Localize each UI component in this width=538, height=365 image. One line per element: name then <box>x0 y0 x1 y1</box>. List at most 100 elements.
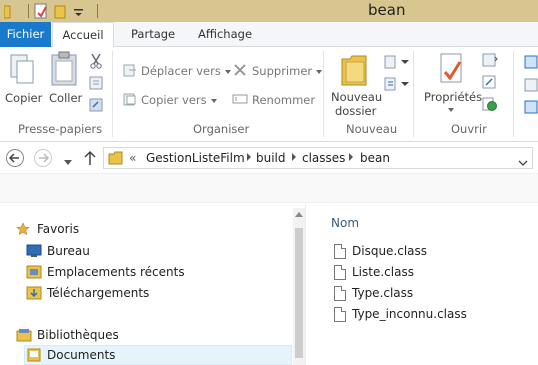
folder-icon <box>3 3 20 19</box>
address-bar[interactable]: « GestionListeFilm build classes bean <box>103 147 533 169</box>
new-folder-label-line2: dossier <box>335 104 377 118</box>
rename-button[interactable]: Renommer <box>252 93 315 107</box>
nav-item-favorites[interactable]: Favoris <box>37 222 79 236</box>
new-folder-icon[interactable] <box>340 53 370 90</box>
move-to-icon <box>123 63 137 80</box>
chevron-right-icon[interactable] <box>292 153 296 161</box>
recent-locations-icon[interactable] <box>64 155 72 169</box>
file-name: Liste.class <box>352 265 414 279</box>
libraries-icon <box>16 328 32 345</box>
chevron-down-icon[interactable] <box>518 155 528 169</box>
file-icon <box>334 265 346 280</box>
file-name: Disque.class <box>352 244 428 258</box>
file-name: Type.class <box>352 286 414 300</box>
command-bar <box>0 173 538 203</box>
desktop-icon <box>26 244 42 261</box>
chevron-down-icon <box>224 69 231 74</box>
customize-dropdown-icon[interactable] <box>73 3 89 19</box>
group-separator <box>413 51 414 137</box>
breadcrumb-item[interactable]: classes <box>302 151 345 165</box>
history-icon[interactable] <box>482 97 498 114</box>
file-name: Type_inconnu.class <box>352 307 467 321</box>
copy-to-icon <box>123 92 137 109</box>
easy-access-icon[interactable] <box>384 77 410 94</box>
breadcrumb-overflow[interactable]: « <box>129 151 136 165</box>
new-folder-label-line1: Nouveau <box>331 90 383 104</box>
group-separator <box>513 51 514 137</box>
nav-item-downloads[interactable]: Téléchargements <box>47 286 149 300</box>
nav-scrollbar[interactable] <box>293 208 305 365</box>
new-folder-quick-icon[interactable] <box>53 3 69 19</box>
file-icon <box>334 244 346 259</box>
chevron-right-icon[interactable] <box>247 153 251 161</box>
properties-icon[interactable] <box>438 52 466 89</box>
open-icon[interactable] <box>482 53 498 70</box>
copy-icon[interactable] <box>8 53 36 90</box>
file-icon <box>334 286 346 301</box>
new-item-icon[interactable] <box>384 55 410 72</box>
file-icon <box>334 307 346 322</box>
tab-accueil[interactable]: Accueil <box>52 22 114 48</box>
paste-icon[interactable] <box>50 51 80 90</box>
group-label-organize: Organiser <box>193 122 250 136</box>
properties-quick-icon[interactable] <box>33 3 49 19</box>
move-to-button[interactable]: Déplacer vers <box>141 64 231 78</box>
scroll-up-icon[interactable] <box>295 212 303 217</box>
group-separator <box>323 51 324 137</box>
breadcrumb-item[interactable]: bean <box>360 151 390 165</box>
select-all-icon[interactable] <box>524 55 538 118</box>
properties-button[interactable]: Propriétés <box>424 90 482 104</box>
column-header-name[interactable]: Nom <box>331 216 359 230</box>
forward-button[interactable] <box>34 149 52 167</box>
downloads-icon <box>26 286 42 303</box>
new-folder-button[interactable]: Nouveau dossier <box>331 90 383 118</box>
move-to-label: Déplacer vers <box>141 64 221 78</box>
chevron-down-icon <box>316 69 323 74</box>
delete-button[interactable]: Supprimer <box>252 64 323 78</box>
nav-item-libraries[interactable]: Bibliothèques <box>37 328 119 342</box>
documents-icon <box>27 348 41 365</box>
navigation-pane: Favoris Bureau Emplacements récents Télé… <box>0 204 305 365</box>
window-title: bean <box>368 1 406 19</box>
tab-partage[interactable]: Partage <box>131 22 175 47</box>
breadcrumb-item[interactable]: GestionListeFilm <box>146 151 245 165</box>
star-icon <box>16 222 30 239</box>
back-button[interactable] <box>6 149 24 167</box>
paste-shortcut-icon[interactable] <box>89 98 103 115</box>
delete-icon <box>233 63 247 80</box>
tab-fichier[interactable]: Fichier <box>0 22 51 47</box>
group-separator <box>112 51 113 137</box>
delete-label: Supprimer <box>252 64 313 78</box>
nav-item-desktop[interactable]: Bureau <box>47 244 90 258</box>
chevron-right-icon[interactable] <box>349 153 353 161</box>
breadcrumb-item[interactable]: build <box>256 151 286 165</box>
recent-places-icon <box>26 265 42 282</box>
copy-to-button[interactable]: Copier vers <box>141 93 217 107</box>
edit-icon[interactable] <box>482 75 498 92</box>
chevron-down-icon[interactable] <box>448 108 454 112</box>
chevron-down-icon <box>210 98 217 103</box>
folder-icon <box>108 150 124 169</box>
title-bar: bean <box>0 0 538 22</box>
tab-affichage[interactable]: Affichage <box>198 22 252 47</box>
group-label-clipboard: Presse-papiers <box>18 122 103 136</box>
up-arrow-icon[interactable] <box>84 150 96 169</box>
rename-icon <box>232 93 248 108</box>
ribbon-tabs: Fichier Accueil Partage Affichage <box>0 22 538 48</box>
nav-item-documents-label: Documents <box>47 348 116 362</box>
file-list: Nom Disque.class Liste.class Type.class … <box>305 204 538 365</box>
paste-button[interactable]: Coller <box>49 91 82 105</box>
copy-button[interactable]: Copier <box>5 91 42 105</box>
address-row: « GestionListeFilm build classes bean <box>0 143 538 173</box>
group-label-open: Ouvrir <box>451 122 487 136</box>
quick-access-toolbar <box>0 2 98 20</box>
cut-icon[interactable] <box>89 53 103 72</box>
toolbar-separator <box>28 4 29 18</box>
ribbon: Copier Coller Presse-papiers Déplacer ve… <box>0 47 538 142</box>
nav-item-documents[interactable]: Documents <box>24 345 292 365</box>
group-label-new: Nouveau <box>346 122 398 136</box>
nav-item-recent[interactable]: Emplacements récents <box>47 265 185 279</box>
scrollbar-thumb[interactable] <box>295 228 303 358</box>
copy-path-icon[interactable] <box>89 76 103 93</box>
toolbar-separator <box>97 4 98 18</box>
